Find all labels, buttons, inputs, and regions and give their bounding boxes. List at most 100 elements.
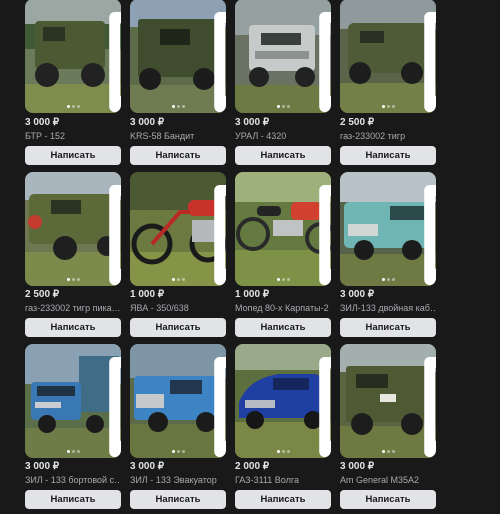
bookmark-icon[interactable] xyxy=(101,350,121,458)
bookmark-icon[interactable] xyxy=(206,5,226,113)
listing-title[interactable]: ГАЗ-3111 Волга xyxy=(235,475,331,485)
pager-dot xyxy=(386,105,390,108)
pager-dot xyxy=(386,450,390,453)
bookmark-icon[interactable] xyxy=(101,178,121,286)
listing-card[interactable]: 3 000 ₽ KRS-58 Бандит Написать xyxy=(130,0,226,170)
listing-card[interactable]: 1 000 ₽ ЯВА - 350/638 Написать xyxy=(130,172,226,342)
listing-card[interactable]: 2 500 ₽ газ-233002 тигр пика… Написать xyxy=(25,172,121,342)
bookmark-icon[interactable] xyxy=(206,178,226,286)
pager-dot xyxy=(391,450,395,453)
bookmark-icon[interactable] xyxy=(311,5,331,113)
bookmark-icon[interactable] xyxy=(311,178,331,286)
listing-title[interactable]: ЗИЛ - 133 Эвакуатор xyxy=(130,475,226,485)
listing-title[interactable]: Am General M35A2 xyxy=(340,475,436,485)
pager-dot xyxy=(181,278,185,281)
pager-dot xyxy=(76,105,80,108)
pager-dot xyxy=(171,278,175,281)
listing-card[interactable]: 1 000 ₽ Мопед 80-х Карпаты-2 Написать xyxy=(235,172,331,342)
listing-photo[interactable] xyxy=(130,0,226,113)
pager-dot xyxy=(286,278,290,281)
listing-photo[interactable] xyxy=(340,344,436,458)
message-seller-button[interactable]: Написать xyxy=(340,490,436,509)
pager-dot xyxy=(381,278,385,281)
photo-pager-dots xyxy=(235,450,331,453)
bookmark-icon[interactable] xyxy=(101,5,121,113)
pager-dot xyxy=(381,105,385,108)
sidebar-edge xyxy=(0,0,14,494)
listing-card[interactable]: 2 000 ₽ ГАЗ-3111 Волга Написать xyxy=(235,344,331,514)
listing-price: 1 000 ₽ xyxy=(235,289,270,300)
message-seller-button[interactable]: Написать xyxy=(25,318,121,337)
message-seller-button[interactable]: Написать xyxy=(130,490,226,509)
listing-title[interactable]: Мопед 80-х Карпаты-2 xyxy=(235,303,331,313)
listing-photo[interactable] xyxy=(235,0,331,113)
bookmark-icon[interactable] xyxy=(311,350,331,458)
photo-pager-dots xyxy=(340,105,436,108)
pager-dot xyxy=(276,105,280,108)
listing-price: 3 000 ₽ xyxy=(130,461,165,472)
pager-dot xyxy=(381,450,385,453)
listing-photo[interactable] xyxy=(130,172,226,286)
message-seller-button[interactable]: Написать xyxy=(130,318,226,337)
listing-card[interactable]: 3 000 ₽ ЗИЛ - 133 бортовой с… Написать xyxy=(25,344,121,514)
listing-price: 3 000 ₽ xyxy=(340,289,375,300)
message-seller-button[interactable]: Написать xyxy=(235,490,331,509)
listing-photo[interactable] xyxy=(25,0,121,113)
listing-title[interactable]: БТР - 152 xyxy=(25,131,121,141)
pager-dot xyxy=(281,278,285,281)
listing-price: 3 000 ₽ xyxy=(25,117,60,128)
message-seller-button[interactable]: Написать xyxy=(235,318,331,337)
message-seller-button[interactable]: Написать xyxy=(130,146,226,165)
listing-title[interactable]: газ-233002 тигр пика… xyxy=(25,303,121,313)
photo-pager-dots xyxy=(130,278,226,281)
listing-photo[interactable] xyxy=(235,172,331,286)
listing-title[interactable]: ЯВА - 350/638 xyxy=(130,303,226,313)
pager-dot xyxy=(281,450,285,453)
message-seller-button[interactable]: Написать xyxy=(235,146,331,165)
pager-dot xyxy=(76,450,80,453)
bookmark-icon[interactable] xyxy=(206,350,226,458)
listing-title[interactable]: ЗИЛ-133 двойная каб… xyxy=(340,303,436,313)
listing-title[interactable]: ЗИЛ - 133 бортовой с… xyxy=(25,475,121,485)
listing-price: 2 500 ₽ xyxy=(25,289,60,300)
listing-price: 3 000 ₽ xyxy=(25,461,60,472)
pager-dot xyxy=(276,450,280,453)
pager-dot xyxy=(281,105,285,108)
listing-card[interactable]: 3 000 ₽ ЗИЛ-133 двойная каб… Написать xyxy=(340,172,436,342)
listing-title[interactable]: газ-233002 тигр xyxy=(340,131,436,141)
pager-dot xyxy=(71,450,75,453)
photo-pager-dots xyxy=(235,105,331,108)
listing-photo[interactable] xyxy=(25,344,121,458)
pager-dot xyxy=(66,450,70,453)
bookmark-icon[interactable] xyxy=(416,5,436,113)
message-seller-button[interactable]: Написать xyxy=(340,146,436,165)
listing-photo[interactable] xyxy=(130,344,226,458)
pager-dot xyxy=(71,278,75,281)
listing-card[interactable]: 3 000 ₽ Am General M35A2 Написать xyxy=(340,344,436,514)
photo-pager-dots xyxy=(130,105,226,108)
listing-card[interactable]: 3 000 ₽ ЗИЛ - 133 Эвакуатор Написать xyxy=(130,344,226,514)
listing-card[interactable]: 3 000 ₽ БТР - 152 Написать xyxy=(25,0,121,170)
pager-dot xyxy=(391,278,395,281)
listing-title[interactable]: УРАЛ - 4320 xyxy=(235,131,331,141)
listing-price: 2 000 ₽ xyxy=(235,461,270,472)
listing-card[interactable]: 2 500 ₽ газ-233002 тигр Написать xyxy=(340,0,436,170)
bookmark-icon[interactable] xyxy=(416,178,436,286)
listing-price: 3 000 ₽ xyxy=(340,461,375,472)
message-seller-button[interactable]: Написать xyxy=(25,490,121,509)
message-seller-button[interactable]: Написать xyxy=(340,318,436,337)
listing-card[interactable]: 3 000 ₽ УРАЛ - 4320 Написать xyxy=(235,0,331,170)
pager-dot xyxy=(176,278,180,281)
listing-price: 3 000 ₽ xyxy=(235,117,270,128)
message-seller-button[interactable]: Написать xyxy=(25,146,121,165)
listing-photo[interactable] xyxy=(25,172,121,286)
pager-dot xyxy=(386,278,390,281)
listing-price: 2 500 ₽ xyxy=(340,117,375,128)
listing-photo[interactable] xyxy=(235,344,331,458)
photo-pager-dots xyxy=(25,105,121,108)
listing-title[interactable]: KRS-58 Бандит xyxy=(130,131,226,141)
listing-photo[interactable] xyxy=(340,0,436,113)
photo-pager-dots xyxy=(25,278,121,281)
listing-photo[interactable] xyxy=(340,172,436,286)
bookmark-icon[interactable] xyxy=(416,350,436,458)
